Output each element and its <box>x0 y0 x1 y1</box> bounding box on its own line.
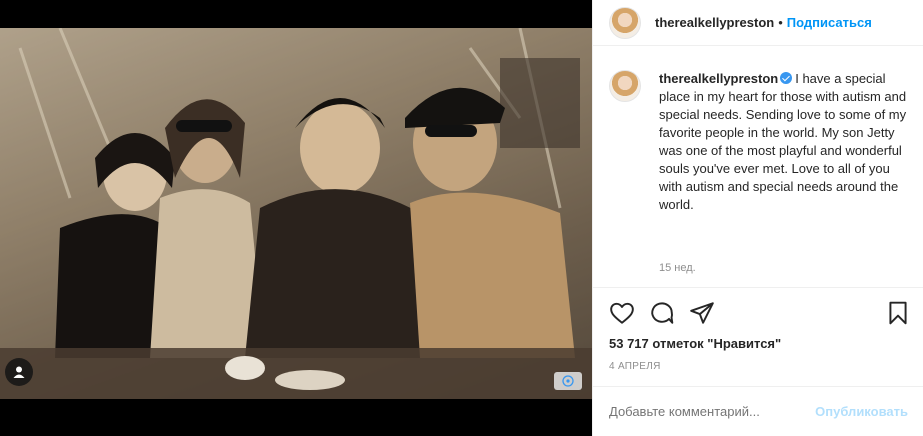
caption-avatar[interactable] <box>609 70 641 102</box>
heart-icon <box>610 302 634 324</box>
post-details-panel: therealkellypreston • Подписаться therea… <box>592 0 923 436</box>
separator-dot: • <box>778 15 783 30</box>
header-username[interactable]: therealkellypreston <box>655 15 774 30</box>
share-button[interactable] <box>689 300 715 326</box>
tag-people-button[interactable] <box>5 358 33 386</box>
publish-button[interactable]: Опубликовать <box>815 404 908 419</box>
post-date[interactable]: 4 апреля <box>609 361 661 372</box>
avatar[interactable] <box>609 6 641 39</box>
user-tag-icon <box>13 366 25 378</box>
caption: therealkellypreston I have a special plac… <box>593 70 923 214</box>
time-ago[interactable]: 15 нед. <box>659 262 696 274</box>
post-media <box>0 0 592 436</box>
post-header: therealkellypreston • Подписаться <box>593 0 923 46</box>
caption-text-block: therealkellypreston I have a special plac… <box>659 70 908 214</box>
comment-icon <box>651 302 674 324</box>
alt-text-button[interactable] <box>554 372 582 390</box>
caption-body: I have a special place in my heart for t… <box>659 71 907 212</box>
info-icon <box>562 375 574 387</box>
paper-plane-icon <box>690 302 714 324</box>
follow-button[interactable]: Подписаться <box>787 15 872 30</box>
verified-badge-icon <box>780 72 793 84</box>
bookmark-icon <box>889 301 907 325</box>
caption-username[interactable]: therealkellypreston <box>659 71 778 86</box>
family-photo-illustration <box>0 28 592 399</box>
save-button[interactable] <box>885 300 911 326</box>
likes-count[interactable]: 53 717 отметок "Нравится" <box>609 336 781 351</box>
comment-input[interactable] <box>609 404 816 419</box>
comment-bar: Опубликовать <box>593 386 923 436</box>
like-button[interactable] <box>609 300 635 326</box>
comment-button[interactable] <box>649 300 675 326</box>
post-photo[interactable] <box>0 28 592 399</box>
action-bar <box>593 287 923 337</box>
